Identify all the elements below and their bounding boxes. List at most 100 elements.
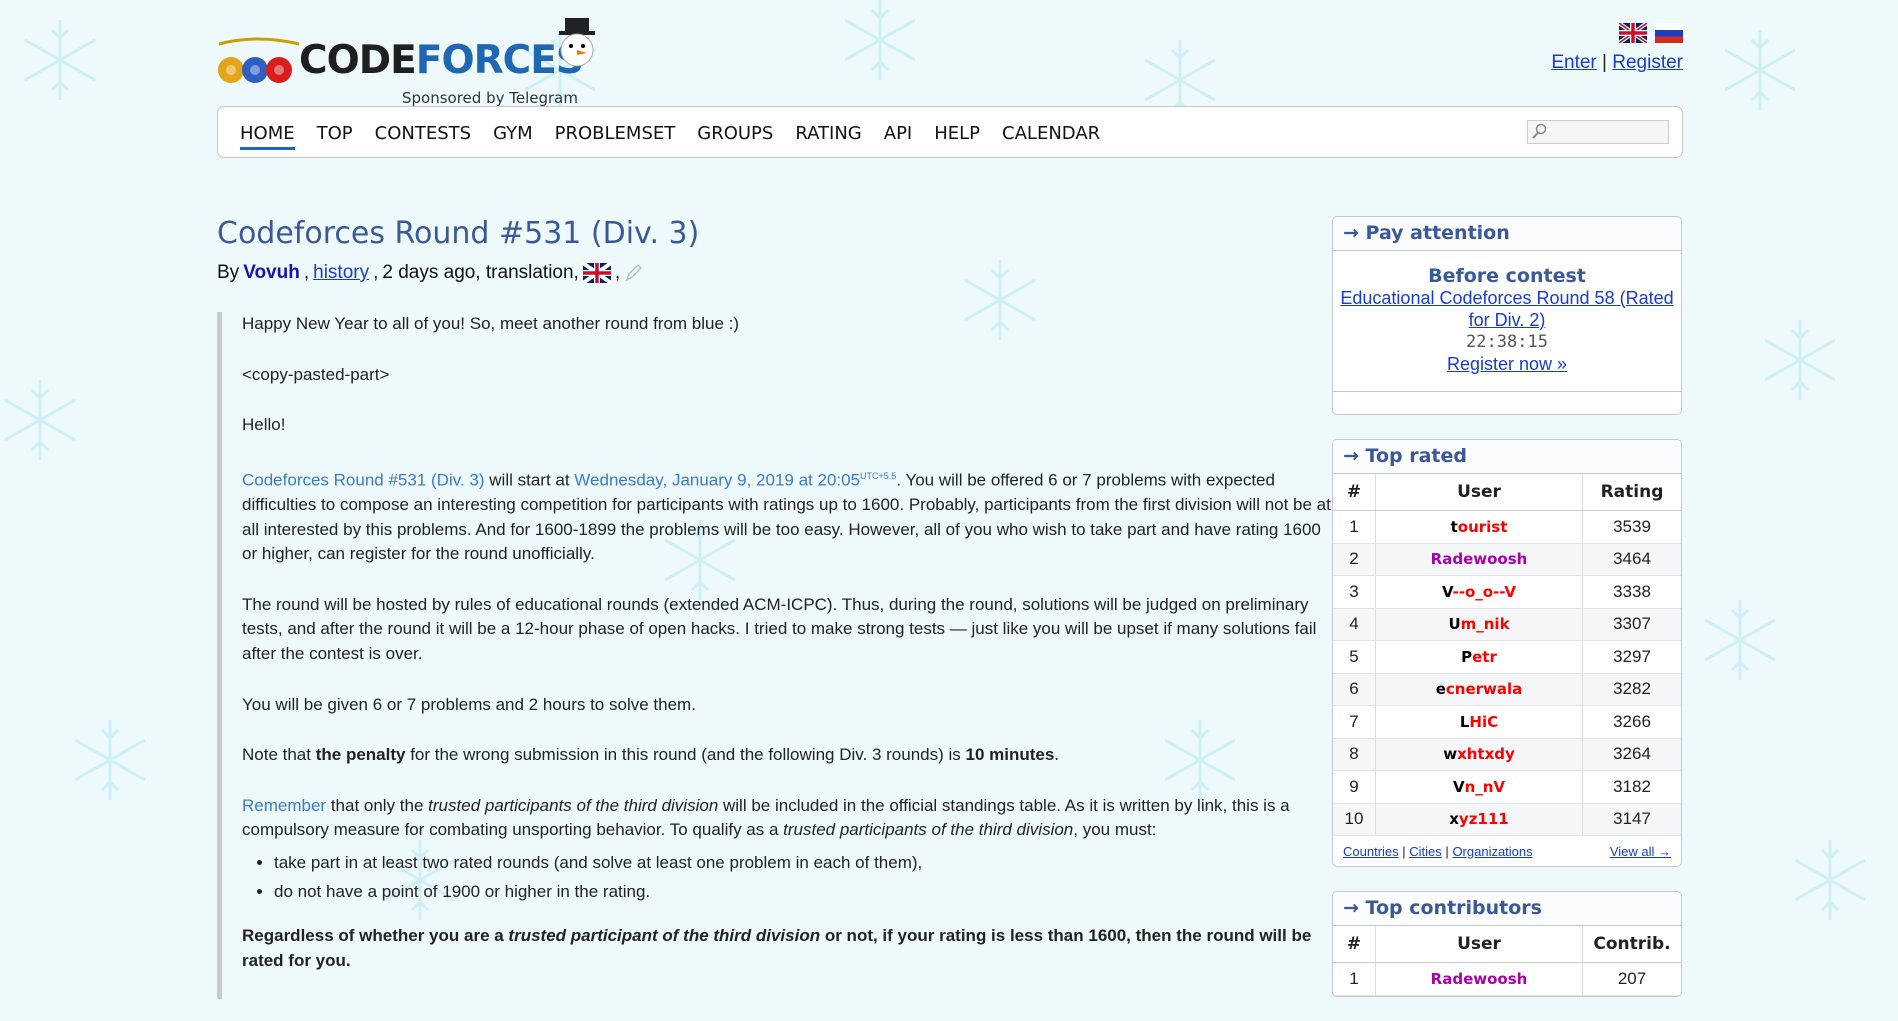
menu-gym[interactable]: GYM <box>493 123 533 150</box>
link-separator: | <box>1445 843 1449 859</box>
enter-link[interactable]: Enter <box>1551 52 1596 73</box>
user-name-rest: n_nV <box>1464 777 1506 796</box>
rating-cell: 3266 <box>1582 705 1681 739</box>
top-contributors-table: # User Contrib. 1 Radewoosh 207 <box>1333 926 1681 996</box>
russia-flag-icon[interactable] <box>1655 23 1683 43</box>
remember-link[interactable]: Remember <box>242 796 326 815</box>
codeforces-logo[interactable]: CODEFORCES Sponsored by Telegram <box>217 18 597 107</box>
logo-sponsor-text: Sponsored by Telegram <box>402 89 578 107</box>
christmas-ornaments-icon <box>218 37 300 83</box>
user-name-rest: m_nik <box>1460 615 1510 634</box>
bold-text: 10 minutes <box>965 745 1055 765</box>
menu-top[interactable]: TOP <box>317 123 353 150</box>
menu-items: HOME TOP CONTESTS GYM PROBLEMSET GROUPS … <box>240 123 1100 150</box>
by-label: By <box>217 262 240 283</box>
rank-cell: 1 <box>1333 962 1376 996</box>
table-row: 1 Radewoosh 207 <box>1333 962 1681 996</box>
register-now-link[interactable]: Register now » <box>1447 354 1567 374</box>
uk-flag-icon[interactable] <box>582 263 611 283</box>
user-cell: Petr <box>1375 640 1583 674</box>
upcoming-contest-link[interactable]: Educational Codeforces Round 58 (Rated f… <box>1340 288 1673 330</box>
register-link[interactable]: Register <box>1612 52 1683 73</box>
post-paragraph: Hello! <box>242 415 286 435</box>
round-link[interactable]: Codeforces Round #531 (Div. 3) <box>242 470 485 489</box>
countdown-timer: 22:38:15 <box>1466 332 1548 352</box>
bold-text: the penalty <box>315 745 406 765</box>
user-first-letter: P <box>1461 647 1473 666</box>
user-link[interactable]: LHiC <box>1460 713 1498 731</box>
view-all-link[interactable]: View all → <box>1610 844 1671 859</box>
col-rank: # <box>1333 926 1376 963</box>
table-row: 1 tourist 3539 <box>1333 510 1681 544</box>
user-link[interactable]: Radewoosh <box>1431 970 1528 988</box>
user-cell: Vn_nV <box>1375 770 1583 804</box>
col-user: User <box>1375 926 1583 963</box>
text-fragment: . <box>1054 745 1060 765</box>
user-link[interactable]: ecnerwala <box>1436 680 1523 698</box>
menu-home[interactable]: HOME <box>240 123 295 150</box>
user-link[interactable]: Radewoosh <box>1431 550 1528 568</box>
text-fragment: that only the <box>326 795 429 815</box>
cities-link[interactable]: Cities <box>1409 844 1442 859</box>
table-row: 9 Vn_nV 3182 <box>1333 770 1681 804</box>
rank-cell: 3 <box>1333 575 1376 609</box>
user-cell: LHiC <box>1375 705 1583 739</box>
search-input[interactable] <box>1527 120 1669 144</box>
logo-wordmark: CODEFORCES <box>299 38 584 83</box>
user-link[interactable]: wxhtxdy <box>1443 745 1515 763</box>
date-link[interactable]: Wednesday, January 9, 2019 at 20:05 <box>574 470 860 489</box>
countries-link[interactable]: Countries <box>1343 844 1399 859</box>
edit-pencil-icon[interactable] <box>624 263 643 283</box>
text-fragment: Note that <box>242 745 316 765</box>
post-paragraph: Note that the penalty for the wrong subm… <box>242 743 1339 768</box>
main-menu: HOME TOP CONTESTS GYM PROBLEMSET GROUPS … <box>217 106 1683 158</box>
rating-cell: 3182 <box>1582 770 1681 804</box>
user-cell: ecnerwala <box>1375 673 1583 706</box>
table-row: 3 V--o_o--V 3338 <box>1333 575 1681 609</box>
user-link[interactable]: V--o_o--V <box>1442 583 1516 601</box>
menu-groups[interactable]: GROUPS <box>697 123 773 150</box>
col-user: User <box>1375 474 1583 511</box>
menu-contests[interactable]: CONTESTS <box>375 123 471 150</box>
auth-separator: | <box>1602 52 1607 73</box>
user-link[interactable]: Vn_nV <box>1453 778 1505 796</box>
user-cell: Radewoosh <box>1375 962 1583 996</box>
table-row: 2 Radewoosh 3464 <box>1333 543 1681 576</box>
table-row: 10 xyz111 3147 <box>1333 803 1681 836</box>
user-name-rest: cnerwala <box>1445 680 1523 699</box>
sidebar: → Pay attention Before contest Education… <box>1332 216 1682 1021</box>
text-fragment: Regardless of whether you are a <box>242 926 509 946</box>
menu-problemset[interactable]: PROBLEMSET <box>555 123 676 150</box>
user-link[interactable]: Petr <box>1461 648 1497 666</box>
post-paragraph: Happy New Year to all of you! So, meet a… <box>242 314 740 333</box>
table-row: 6 ecnerwala 3282 <box>1333 673 1681 706</box>
user-first-letter: t <box>1450 517 1458 536</box>
page-title[interactable]: Codeforces Round #531 (Div. 3) <box>217 216 699 251</box>
text-fragment: , you must: <box>1073 820 1157 840</box>
post-time: 2 days ago, translation, <box>382 262 579 283</box>
contrib-cell: 207 <box>1582 962 1681 996</box>
user-link[interactable]: xyz111 <box>1449 810 1509 828</box>
post-content: Happy New Year to all of you! So, meet a… <box>217 312 1339 1000</box>
rating-cell: 3539 <box>1582 510 1681 544</box>
uk-flag-icon[interactable] <box>1619 23 1647 43</box>
organizations-link[interactable]: Organizations <box>1452 844 1532 859</box>
user-cell: wxhtxdy <box>1375 738 1583 771</box>
menu-help[interactable]: HELP <box>934 123 980 150</box>
user-link[interactable]: Um_nik <box>1448 615 1509 633</box>
user-link[interactable]: tourist <box>1451 518 1508 536</box>
requirements-list: take part in at least two rated rounds (… <box>242 851 1339 904</box>
menu-calendar[interactable]: CALENDAR <box>1002 123 1100 150</box>
ranking-links: Countries | Cities | Organizations <box>1343 844 1533 859</box>
rating-cell: 3338 <box>1582 575 1681 609</box>
menu-api[interactable]: API <box>884 123 912 150</box>
post-paragraph: Remember that only the trusted participa… <box>242 794 1339 843</box>
snowman-icon <box>559 18 595 67</box>
menu-rating[interactable]: RATING <box>795 123 861 150</box>
text-fragment: for the wrong submission in this round (… <box>405 745 966 765</box>
author-link[interactable]: Vovuh <box>243 262 300 284</box>
rank-cell: 10 <box>1333 803 1376 836</box>
post-paragraph: <copy-pasted-part> <box>242 364 390 384</box>
rank-cell: 4 <box>1333 608 1376 641</box>
history-link[interactable]: history <box>313 262 369 284</box>
